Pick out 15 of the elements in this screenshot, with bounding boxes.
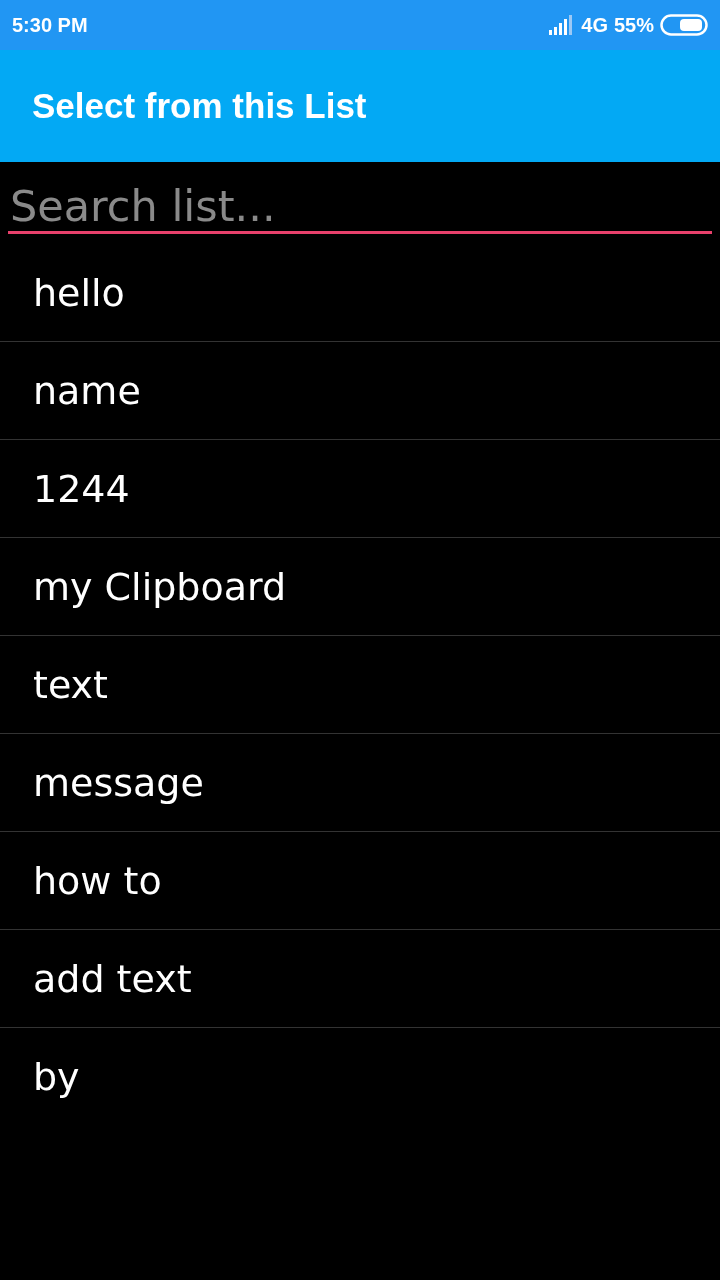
list-item[interactable]: message	[0, 734, 720, 832]
list-item[interactable]: how to	[0, 832, 720, 930]
network-type: 4G	[581, 13, 608, 37]
list-item[interactable]: name	[0, 342, 720, 440]
list-item[interactable]: 1244	[0, 440, 720, 538]
search-field[interactable]: Search list...	[8, 176, 712, 234]
list-item[interactable]: my Clipboard	[0, 538, 720, 636]
list-item[interactable]: hello	[0, 244, 720, 342]
app-title: Select from this List	[32, 86, 367, 126]
list-item[interactable]: by	[0, 1028, 720, 1125]
battery-icon	[660, 14, 708, 36]
list-item[interactable]: text	[0, 636, 720, 734]
status-time: 5:30 PM	[12, 13, 88, 37]
battery-percent: 55%	[613, 13, 654, 37]
list-item[interactable]: add text	[0, 930, 720, 1028]
